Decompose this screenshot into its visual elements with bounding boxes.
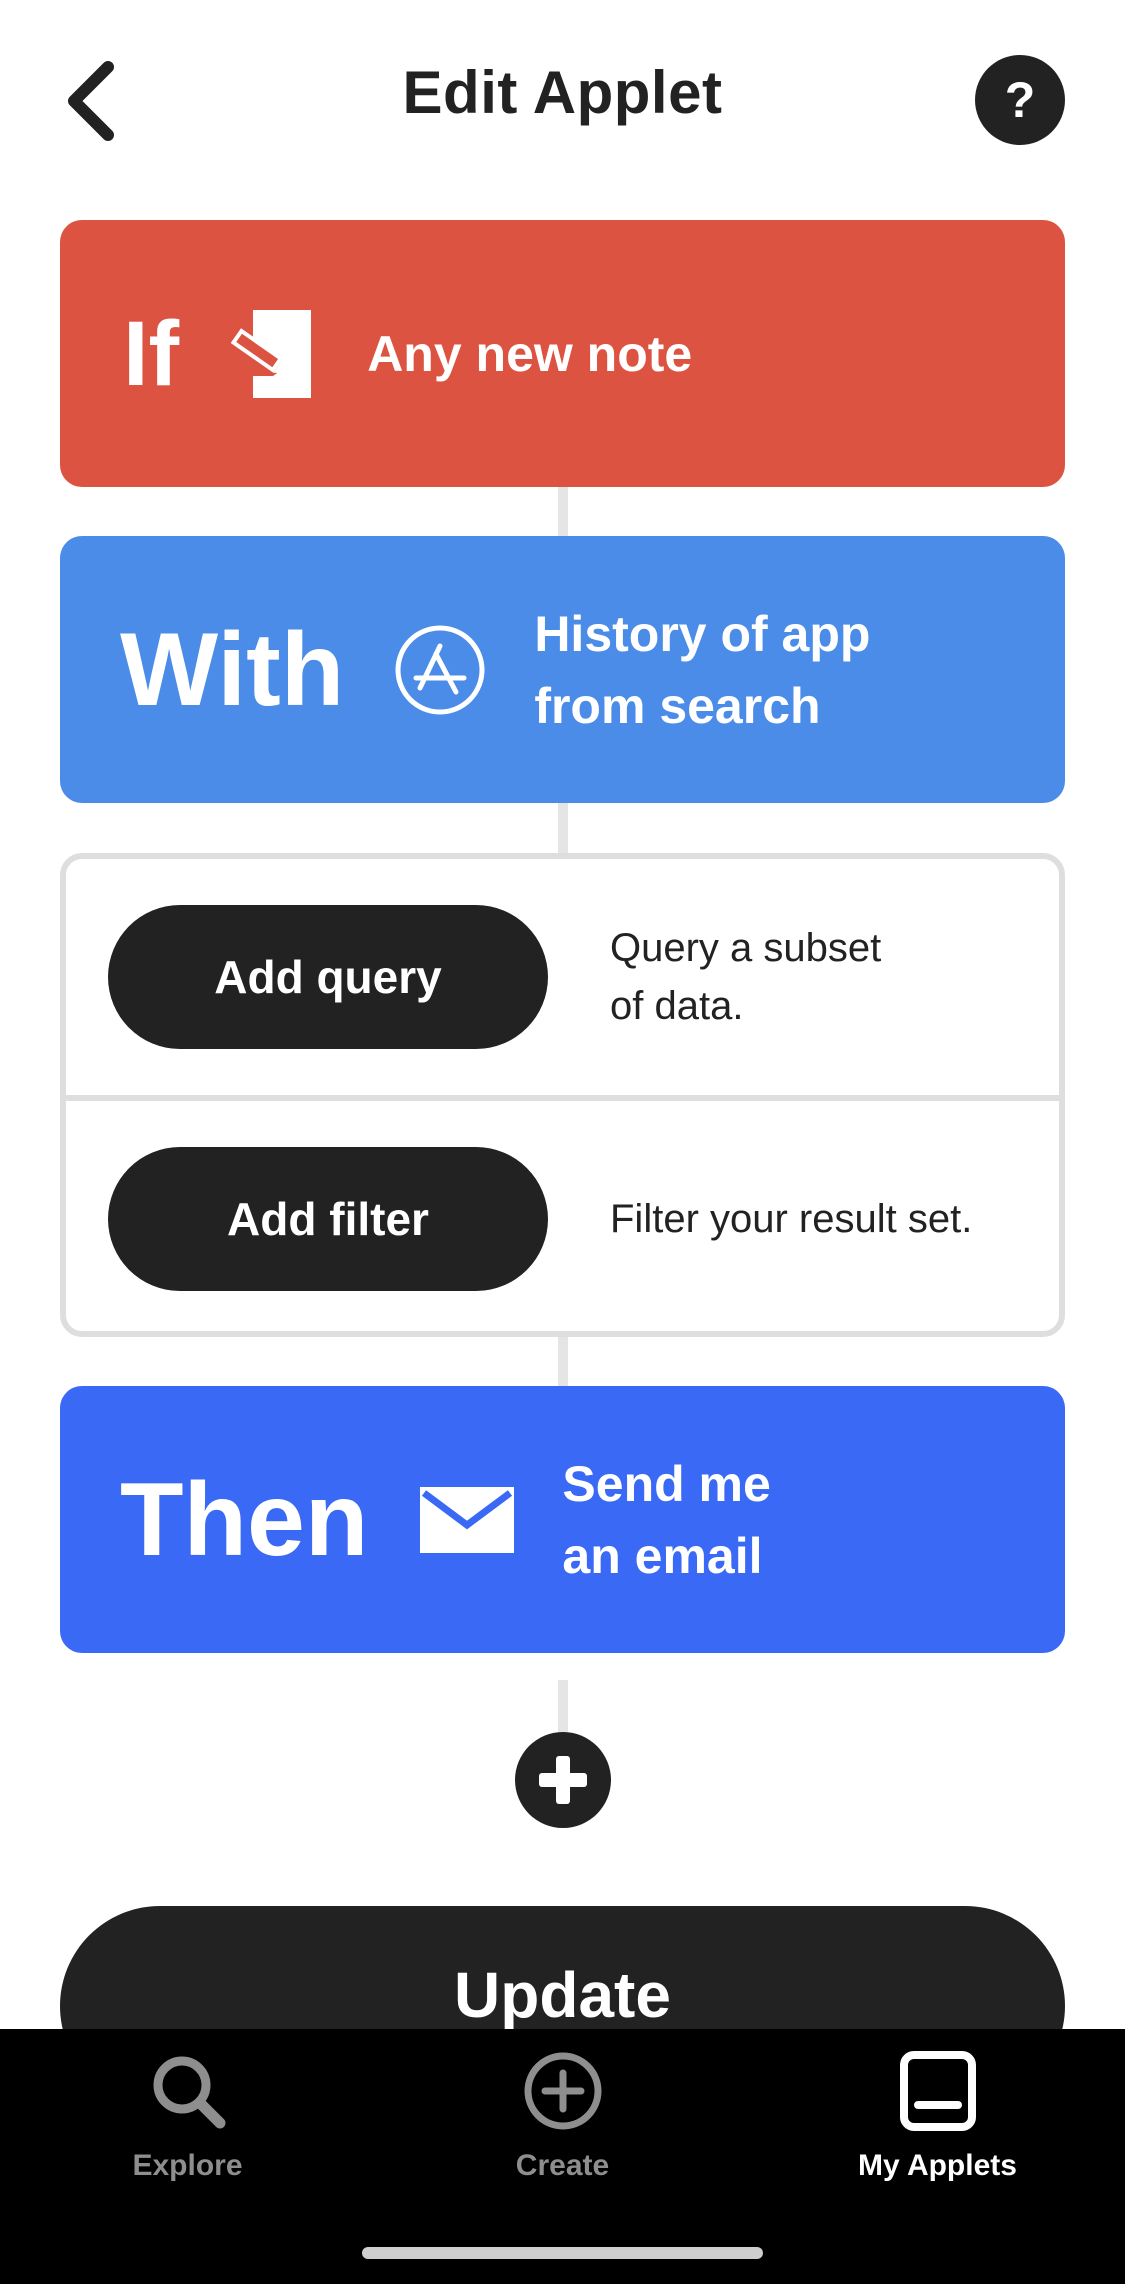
query-source-text: History of app from search bbox=[534, 598, 870, 742]
add-query-row: Add query Query a subset of data. bbox=[66, 859, 1059, 1095]
plus-icon bbox=[539, 1756, 587, 1804]
action-keyword: Then bbox=[120, 1461, 369, 1578]
trigger-text: Any new note bbox=[367, 325, 693, 382]
add-action-button[interactable] bbox=[515, 1732, 611, 1828]
query-source-card[interactable]: With History of app from search bbox=[60, 536, 1065, 803]
email-envelope-icon bbox=[420, 1486, 515, 1553]
trigger-card[interactable]: If Any new note bbox=[60, 220, 1065, 487]
action-text: Send me an email bbox=[562, 1448, 770, 1592]
add-filter-button[interactable]: Add filter bbox=[108, 1147, 548, 1291]
home-indicator bbox=[362, 2247, 763, 2259]
help-button[interactable]: ? bbox=[975, 55, 1065, 145]
page-title: Edit Applet bbox=[402, 59, 723, 126]
tab-my-applets[interactable]: My Applets bbox=[750, 2029, 1125, 2229]
query-source-keyword: With bbox=[120, 611, 345, 728]
query-source-text-line1: History of app bbox=[534, 605, 871, 662]
tab-create-label: Create bbox=[515, 2149, 610, 2182]
plus-circle-icon bbox=[524, 2052, 601, 2130]
add-query-button[interactable]: Add query bbox=[108, 905, 548, 1049]
connector-line bbox=[558, 1337, 568, 1386]
add-query-description-line2: of data. bbox=[610, 984, 744, 1028]
tab-my-applets-label: My Applets bbox=[858, 2149, 1017, 2182]
query-source-text-line2: from search bbox=[534, 677, 821, 734]
tab-create[interactable]: Create bbox=[375, 2029, 750, 2229]
add-query-description: Query a subset of data. bbox=[610, 919, 1030, 1035]
connector-line bbox=[558, 1680, 568, 1732]
header: Edit Applet ? bbox=[0, 0, 1125, 200]
connector-line bbox=[558, 487, 568, 536]
action-text-line2: an email bbox=[562, 1527, 763, 1584]
my-applets-icon bbox=[899, 2051, 976, 2131]
search-icon bbox=[153, 2056, 225, 2129]
tab-explore-label: Explore bbox=[132, 2149, 243, 2182]
tab-bar: Explore Create My Applets bbox=[0, 2029, 1125, 2284]
note-pencil-icon bbox=[230, 309, 312, 398]
add-filter-row: Add filter Filter your result set. bbox=[66, 1101, 1059, 1337]
app-store-icon bbox=[395, 625, 485, 714]
action-card[interactable]: Then Send me an email bbox=[60, 1386, 1065, 1653]
tab-explore[interactable]: Explore bbox=[0, 2029, 375, 2229]
query-filter-panel: Add query Query a subset of data. Add fi… bbox=[60, 853, 1065, 1337]
add-filter-description: Filter your result set. bbox=[610, 1197, 973, 1241]
action-text-line1: Send me bbox=[562, 1455, 771, 1512]
connector-line bbox=[558, 803, 568, 853]
trigger-keyword: If bbox=[123, 302, 180, 405]
add-query-description-line1: Query a subset bbox=[610, 926, 882, 970]
